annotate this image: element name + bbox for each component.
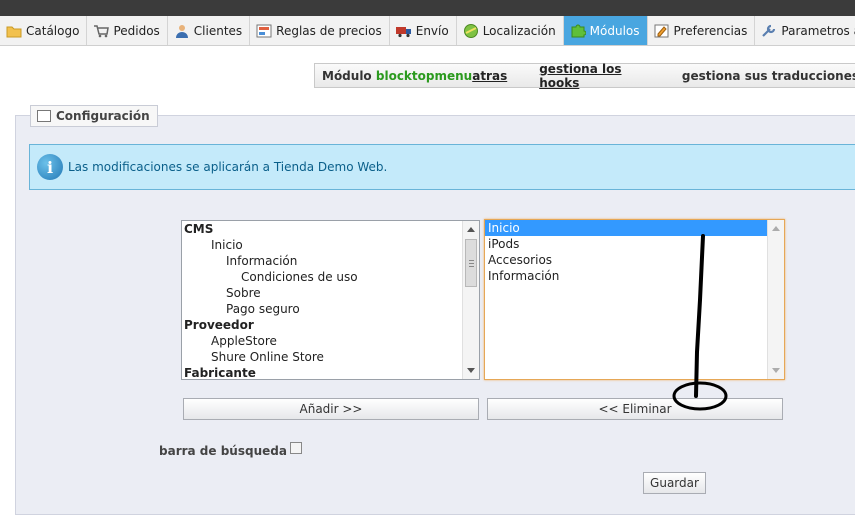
user-icon [174,24,190,38]
tab-label: Preferencias [673,23,748,38]
window-icon [37,110,51,122]
list-group-label: Fabricante [184,366,256,380]
price-rules-icon [256,24,272,38]
folder-icon [6,24,22,38]
scroll-up-icon[interactable] [772,226,780,231]
tab-user[interactable]: Clientes [168,16,251,45]
scroll-up-icon[interactable] [467,227,475,232]
scroll-thumb[interactable] [465,239,477,287]
tab-label: Parametros avanz [781,23,855,38]
list-item[interactable]: Accesorios [485,252,767,268]
tab-folder[interactable]: Catálogo [0,16,88,45]
tab-price-rules[interactable]: Reglas de precios [250,16,390,45]
add-button[interactable]: Añadir >> [183,398,479,420]
list-item[interactable]: Información [485,268,767,284]
tab-label: Localización [482,23,556,38]
tab-wrench[interactable]: Parametros avanz [755,16,855,45]
list-item[interactable]: Shure Online Store [182,349,479,365]
save-button[interactable]: Guardar [643,472,706,494]
tab-puzzle[interactable]: Módulos [563,16,648,45]
search-bar-checkbox[interactable] [290,442,302,454]
info-icon: i [37,154,63,180]
module-prefix: Módulo [322,68,372,83]
manage-hooks-link[interactable]: gestiona los hooks [539,62,656,90]
globe-icon [463,23,479,38]
configuration-legend-label: Configuración [56,109,150,123]
tab-label: Pedidos [113,23,160,38]
info-message: Las modificaciones se aplicarán a Tienda… [68,160,388,174]
scroll-down-icon[interactable] [467,368,475,373]
list-group-label: Proveedor [184,318,254,332]
cart-icon [93,24,110,38]
list-item[interactable]: Condiciones de uso [182,269,479,285]
available-list-scrollbar[interactable] [462,221,479,379]
module-title: Módulo blocktopmenu [315,69,472,83]
tab-preferences[interactable]: Preferencias [648,16,756,45]
list-item[interactable]: iPods [485,236,767,252]
tab-label: Envío [415,23,449,38]
remove-button[interactable]: << Eliminar [487,398,783,420]
list-item[interactable]: AppleStore [182,333,479,349]
tab-label: Reglas de precios [276,23,382,38]
info-banner: i Las modificaciones se aplicarán a Tien… [29,144,855,190]
selected-list-scrollbar[interactable] [767,220,784,379]
module-toolbar: Módulo blocktopmenu atras gestiona los h… [314,62,855,90]
list-item[interactable]: Sobre [182,285,479,301]
configuration-legend: Configuración [30,105,158,127]
truck-icon [395,24,412,38]
module-name: blocktopmenu [375,68,473,83]
list-item[interactable]: Inicio [182,237,479,253]
tab-label: Clientes [193,23,243,38]
list-item[interactable]: Inicio [485,220,767,236]
top-header-bar [0,0,855,16]
tab-cart[interactable]: Pedidos [87,16,168,45]
list-item[interactable]: Pago seguro [182,301,479,317]
list-group-label: CMS [184,222,214,236]
puzzle-icon [570,24,587,38]
scroll-down-icon[interactable] [772,368,780,373]
selected-items-list[interactable]: Inicio iPods Accesorios Información [484,219,785,380]
back-link[interactable]: atras [472,69,507,83]
search-bar-label: barra de búsqueda [159,444,287,458]
wrench-icon [761,24,777,38]
manage-translations-link[interactable]: gestiona sus traducciones [682,69,855,83]
main-nav-tabs: Catálogo Pedidos Clientes Reglas de precios… [0,16,855,46]
tab-label: Módulos [589,23,640,38]
tab-label: Catálogo [26,23,80,38]
list-item[interactable]: Información [182,253,479,269]
tab-globe[interactable]: Localización [457,16,564,45]
available-items-list[interactable]: CMS Inicio Información Condiciones de uso So… [181,220,480,380]
preferences-icon [654,24,670,38]
tab-truck[interactable]: Envío [390,16,457,45]
